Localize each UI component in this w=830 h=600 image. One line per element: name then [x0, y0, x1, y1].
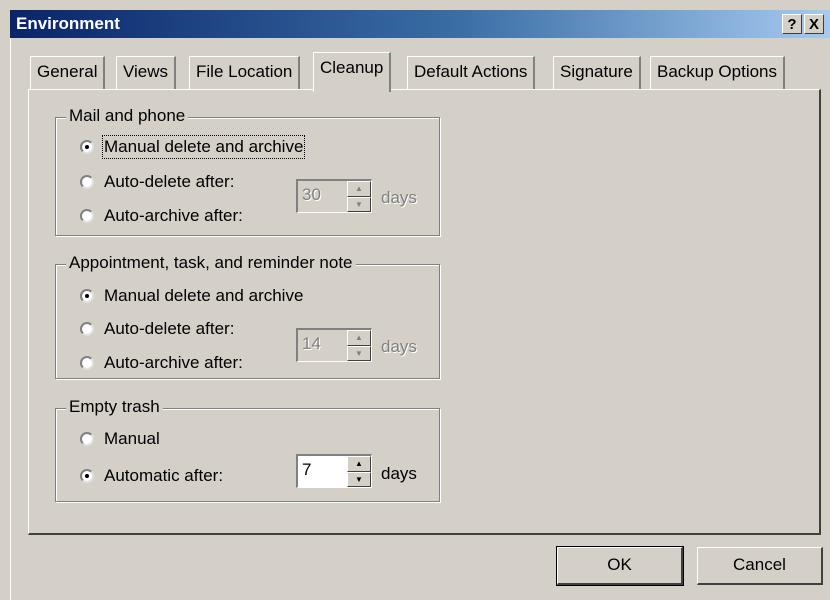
appt-auto-delete-radio[interactable] — [80, 322, 94, 336]
mail-auto-delete-option[interactable]: Auto-delete after: — [80, 170, 234, 194]
mail-days-up-icon[interactable]: ▲ — [347, 181, 371, 197]
trash-days-label: days — [381, 464, 417, 483]
trash-manual-label: Manual — [104, 429, 160, 448]
environment-dialog: Environment ? X General Views File Locat… — [0, 0, 830, 600]
mail-days-label: days — [381, 188, 417, 207]
appointment-group: Appointment, task, and reminder note Man… — [55, 253, 440, 379]
tab-general[interactable]: General — [30, 56, 106, 90]
appt-days-spinner[interactable]: 14 ▲ ▼ — [296, 328, 372, 362]
appt-auto-archive-option[interactable]: Auto-archive after: — [80, 351, 243, 375]
mail-manual-option[interactable]: Manual delete and archive — [80, 135, 306, 159]
trash-automatic-option[interactable]: Automatic after: — [80, 464, 223, 488]
trash-days-value[interactable]: 7 — [298, 456, 347, 487]
trash-days-up-icon[interactable]: ▲ — [347, 456, 371, 472]
trash-manual-radio[interactable] — [80, 432, 94, 446]
appt-manual-option[interactable]: Manual delete and archive — [80, 284, 303, 308]
tab-file-location[interactable]: File Location — [189, 56, 301, 90]
appt-manual-radio[interactable] — [80, 289, 94, 303]
appt-auto-delete-option[interactable]: Auto-delete after: — [80, 317, 234, 341]
trash-automatic-label: Automatic after: — [104, 466, 224, 485]
empty-trash-group: Empty trash Manual Automatic after: 7 ▲ … — [55, 397, 440, 502]
appt-auto-delete-label: Auto-delete after: — [104, 319, 235, 338]
appt-days-value: 14 — [302, 334, 321, 353]
mail-auto-delete-label: Auto-delete after: — [104, 172, 235, 191]
window-title: Environment — [16, 14, 120, 33]
tab-views[interactable]: Views — [116, 56, 177, 90]
mail-days-spinner[interactable]: 30 ▲ ▼ — [296, 179, 372, 213]
mail-phone-legend: Mail and phone — [66, 106, 189, 126]
mail-auto-archive-label: Auto-archive after: — [104, 206, 243, 225]
help-button[interactable]: ? — [782, 14, 802, 34]
trash-days-down-icon[interactable]: ▼ — [347, 471, 371, 487]
empty-trash-legend: Empty trash — [66, 397, 163, 417]
appointment-legend: Appointment, task, and reminder note — [66, 253, 356, 273]
title-bar[interactable]: Environment ? X — [10, 10, 830, 38]
cancel-button[interactable]: Cancel — [697, 547, 823, 585]
trash-days-spinner[interactable]: 7 ▲ ▼ — [296, 454, 372, 488]
mail-manual-radio[interactable] — [80, 140, 94, 154]
mail-manual-label: Manual delete and archive — [101, 135, 306, 159]
tab-signature[interactable]: Signature — [553, 56, 641, 90]
window-frame — [10, 38, 11, 600]
mail-auto-archive-radio[interactable] — [80, 209, 94, 223]
appt-auto-archive-radio[interactable] — [80, 356, 94, 370]
mail-phone-group: Mail and phone Manual delete and archive… — [55, 106, 440, 236]
mail-days-value: 30 — [302, 185, 321, 204]
ok-button[interactable]: OK — [556, 546, 684, 586]
tab-cleanup[interactable]: Cleanup — [313, 52, 392, 92]
mail-days-down-icon[interactable]: ▼ — [347, 196, 371, 212]
appt-auto-archive-label: Auto-archive after: — [104, 353, 243, 372]
trash-manual-option[interactable]: Manual — [80, 427, 160, 451]
close-button[interactable]: X — [804, 14, 824, 34]
mail-auto-delete-radio[interactable] — [80, 175, 94, 189]
appt-days-down-icon[interactable]: ▼ — [347, 345, 371, 361]
mail-auto-archive-option[interactable]: Auto-archive after: — [80, 204, 243, 228]
trash-automatic-radio[interactable] — [80, 469, 94, 483]
tab-default-actions[interactable]: Default Actions — [407, 56, 536, 90]
tab-backup-options[interactable]: Backup Options — [650, 56, 786, 90]
appt-days-up-icon[interactable]: ▲ — [347, 330, 371, 346]
appt-days-label: days — [381, 337, 417, 356]
appt-manual-label: Manual delete and archive — [104, 286, 304, 305]
